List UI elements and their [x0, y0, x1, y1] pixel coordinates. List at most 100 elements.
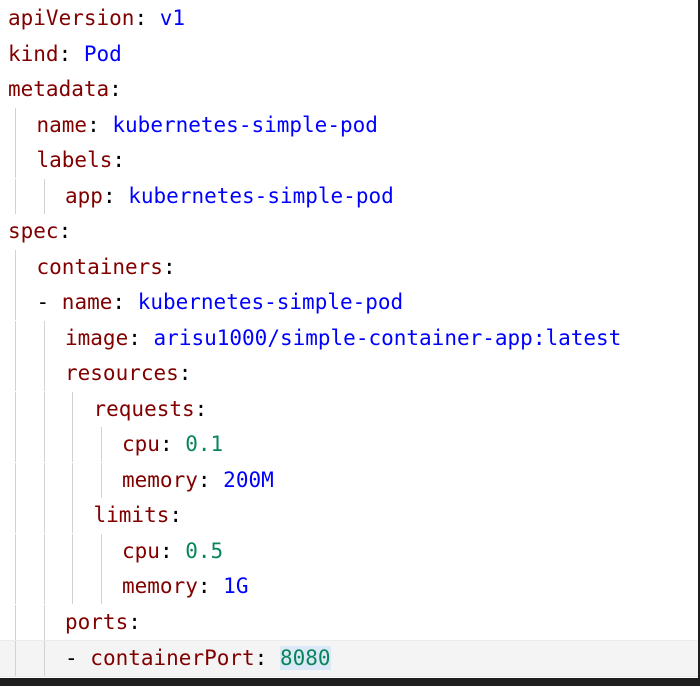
code-text: name: kubernetes-simple-pod: [37, 108, 378, 143]
colon: :: [194, 396, 208, 421]
indent-guide: [72, 462, 73, 498]
code-line[interactable]: requests:: [0, 391, 698, 427]
indent-guide: [43, 569, 45, 604]
indent-guide: [43, 178, 45, 214]
indent-guide: [15, 533, 16, 569]
code-line[interactable]: resources:: [0, 356, 698, 391]
code-text: metadata:: [8, 72, 122, 107]
code-line[interactable]: app: kubernetes-simple-pod: [0, 178, 698, 214]
yaml-value: 8080: [279, 646, 331, 670]
code-line[interactable]: image: arisu1000/simple-container-app:la…: [0, 320, 698, 356]
indent-guide: [15, 569, 16, 604]
indent-guide: [15, 604, 16, 640]
colon: :: [159, 432, 173, 456]
code-text: - containerPort: 8080: [65, 641, 331, 676]
list-dash: -: [65, 646, 91, 670]
yaml-key: labels: [36, 148, 113, 172]
code-line[interactable]: containers:: [0, 249, 698, 285]
code-line[interactable]: - containerPort: 8080: [0, 640, 698, 677]
yaml-key: name: [36, 112, 88, 137]
indent-guide: [72, 533, 73, 569]
yaml-key: kind: [8, 41, 59, 66]
indent-guide: [100, 462, 102, 498]
colon: :: [162, 254, 176, 279]
yaml-value: kubernetes-simple-pod: [112, 112, 378, 137]
code-editor[interactable]: apiVersion: v1 kind: Pod metadata: name: ku…: [0, 0, 700, 678]
indent-guide: [100, 533, 102, 569]
yaml-value: 1G: [223, 574, 249, 598]
code-line[interactable]: labels:: [0, 143, 698, 178]
yaml-value: v1: [159, 6, 186, 30]
indent-guide: [15, 107, 16, 143]
code-text: app: kubernetes-simple-pod: [65, 179, 394, 214]
code-line[interactable]: kind: Pod: [0, 37, 698, 72]
code-line[interactable]: metadata:: [0, 72, 698, 107]
indent-guide: [15, 356, 16, 391]
colon: :: [87, 112, 100, 137]
code-text: containers:: [37, 250, 176, 285]
colon: :: [58, 41, 72, 66]
code-line[interactable]: ports:: [0, 604, 698, 640]
colon: :: [134, 6, 148, 30]
colon: :: [169, 503, 183, 527]
indent-guide: [43, 427, 45, 462]
code-text: apiVersion: v1: [8, 1, 185, 36]
colon: :: [58, 219, 72, 243]
code-line[interactable]: limits:: [0, 498, 698, 533]
yaml-key: ports: [65, 609, 129, 634]
code-line[interactable]: apiVersion: v1: [0, 1, 698, 36]
yaml-key: metadata: [8, 77, 110, 101]
code-line[interactable]: memory: 1G: [0, 569, 698, 604]
colon: :: [128, 609, 141, 634]
code-line[interactable]: name: kubernetes-simple-pod: [0, 107, 698, 143]
indent-guide: [15, 462, 16, 498]
colon: :: [159, 538, 173, 563]
indent-guide: [43, 604, 45, 640]
colon: :: [254, 646, 268, 670]
colon: :: [197, 574, 211, 598]
list-dash: -: [36, 290, 62, 314]
indent-guide: [43, 498, 45, 533]
indent-guide: [72, 427, 73, 462]
indent-guide: [15, 498, 16, 533]
code-text: spec:: [8, 214, 71, 249]
indent-guide: [15, 249, 16, 285]
code-text: memory: 200M: [122, 463, 274, 498]
colon: :: [109, 77, 122, 101]
indent-guide: [15, 285, 16, 320]
code-line[interactable]: - name: kubernetes-simple-pod: [0, 285, 698, 320]
code-line[interactable]: spec:: [0, 214, 698, 249]
indent-guide: [43, 356, 45, 391]
colon: :: [112, 290, 126, 314]
yaml-key: resources: [65, 361, 179, 385]
yaml-key: memory: [122, 574, 198, 598]
yaml-key: spec: [8, 219, 59, 243]
yaml-key: limits: [93, 503, 170, 527]
yaml-key: requests: [93, 396, 195, 421]
code-line[interactable]: cpu: 0.1: [0, 427, 698, 462]
code-line[interactable]: cpu: 0.5: [0, 533, 698, 569]
indent-guide: [43, 462, 45, 498]
code-text: - name: kubernetes-simple-pod: [37, 285, 404, 320]
yaml-key: apiVersion: [8, 6, 135, 30]
yaml-value: Pod: [83, 41, 122, 66]
indent-guide: [100, 569, 102, 604]
yaml-key: name: [61, 290, 113, 314]
yaml-value: kubernetes-simple-pod: [137, 290, 404, 314]
colon: :: [178, 361, 192, 385]
indent-guide: [100, 427, 102, 462]
code-text: memory: 1G: [122, 569, 248, 604]
code-line[interactable]: memory: 200M: [0, 462, 698, 498]
yaml-key: app: [65, 183, 103, 208]
yaml-key: image: [65, 325, 129, 350]
yaml-key: containerPort: [90, 646, 255, 670]
indent-guide: [15, 641, 16, 676]
indent-guide: [15, 391, 16, 427]
code-text: requests:: [94, 392, 208, 427]
colon: :: [102, 183, 116, 208]
yaml-key: cpu: [122, 432, 160, 456]
code-text: kind: Pod: [8, 37, 122, 72]
code-text: cpu: 0.5: [122, 534, 223, 569]
indent-guide: [15, 427, 16, 462]
indent-guide: [43, 391, 45, 427]
